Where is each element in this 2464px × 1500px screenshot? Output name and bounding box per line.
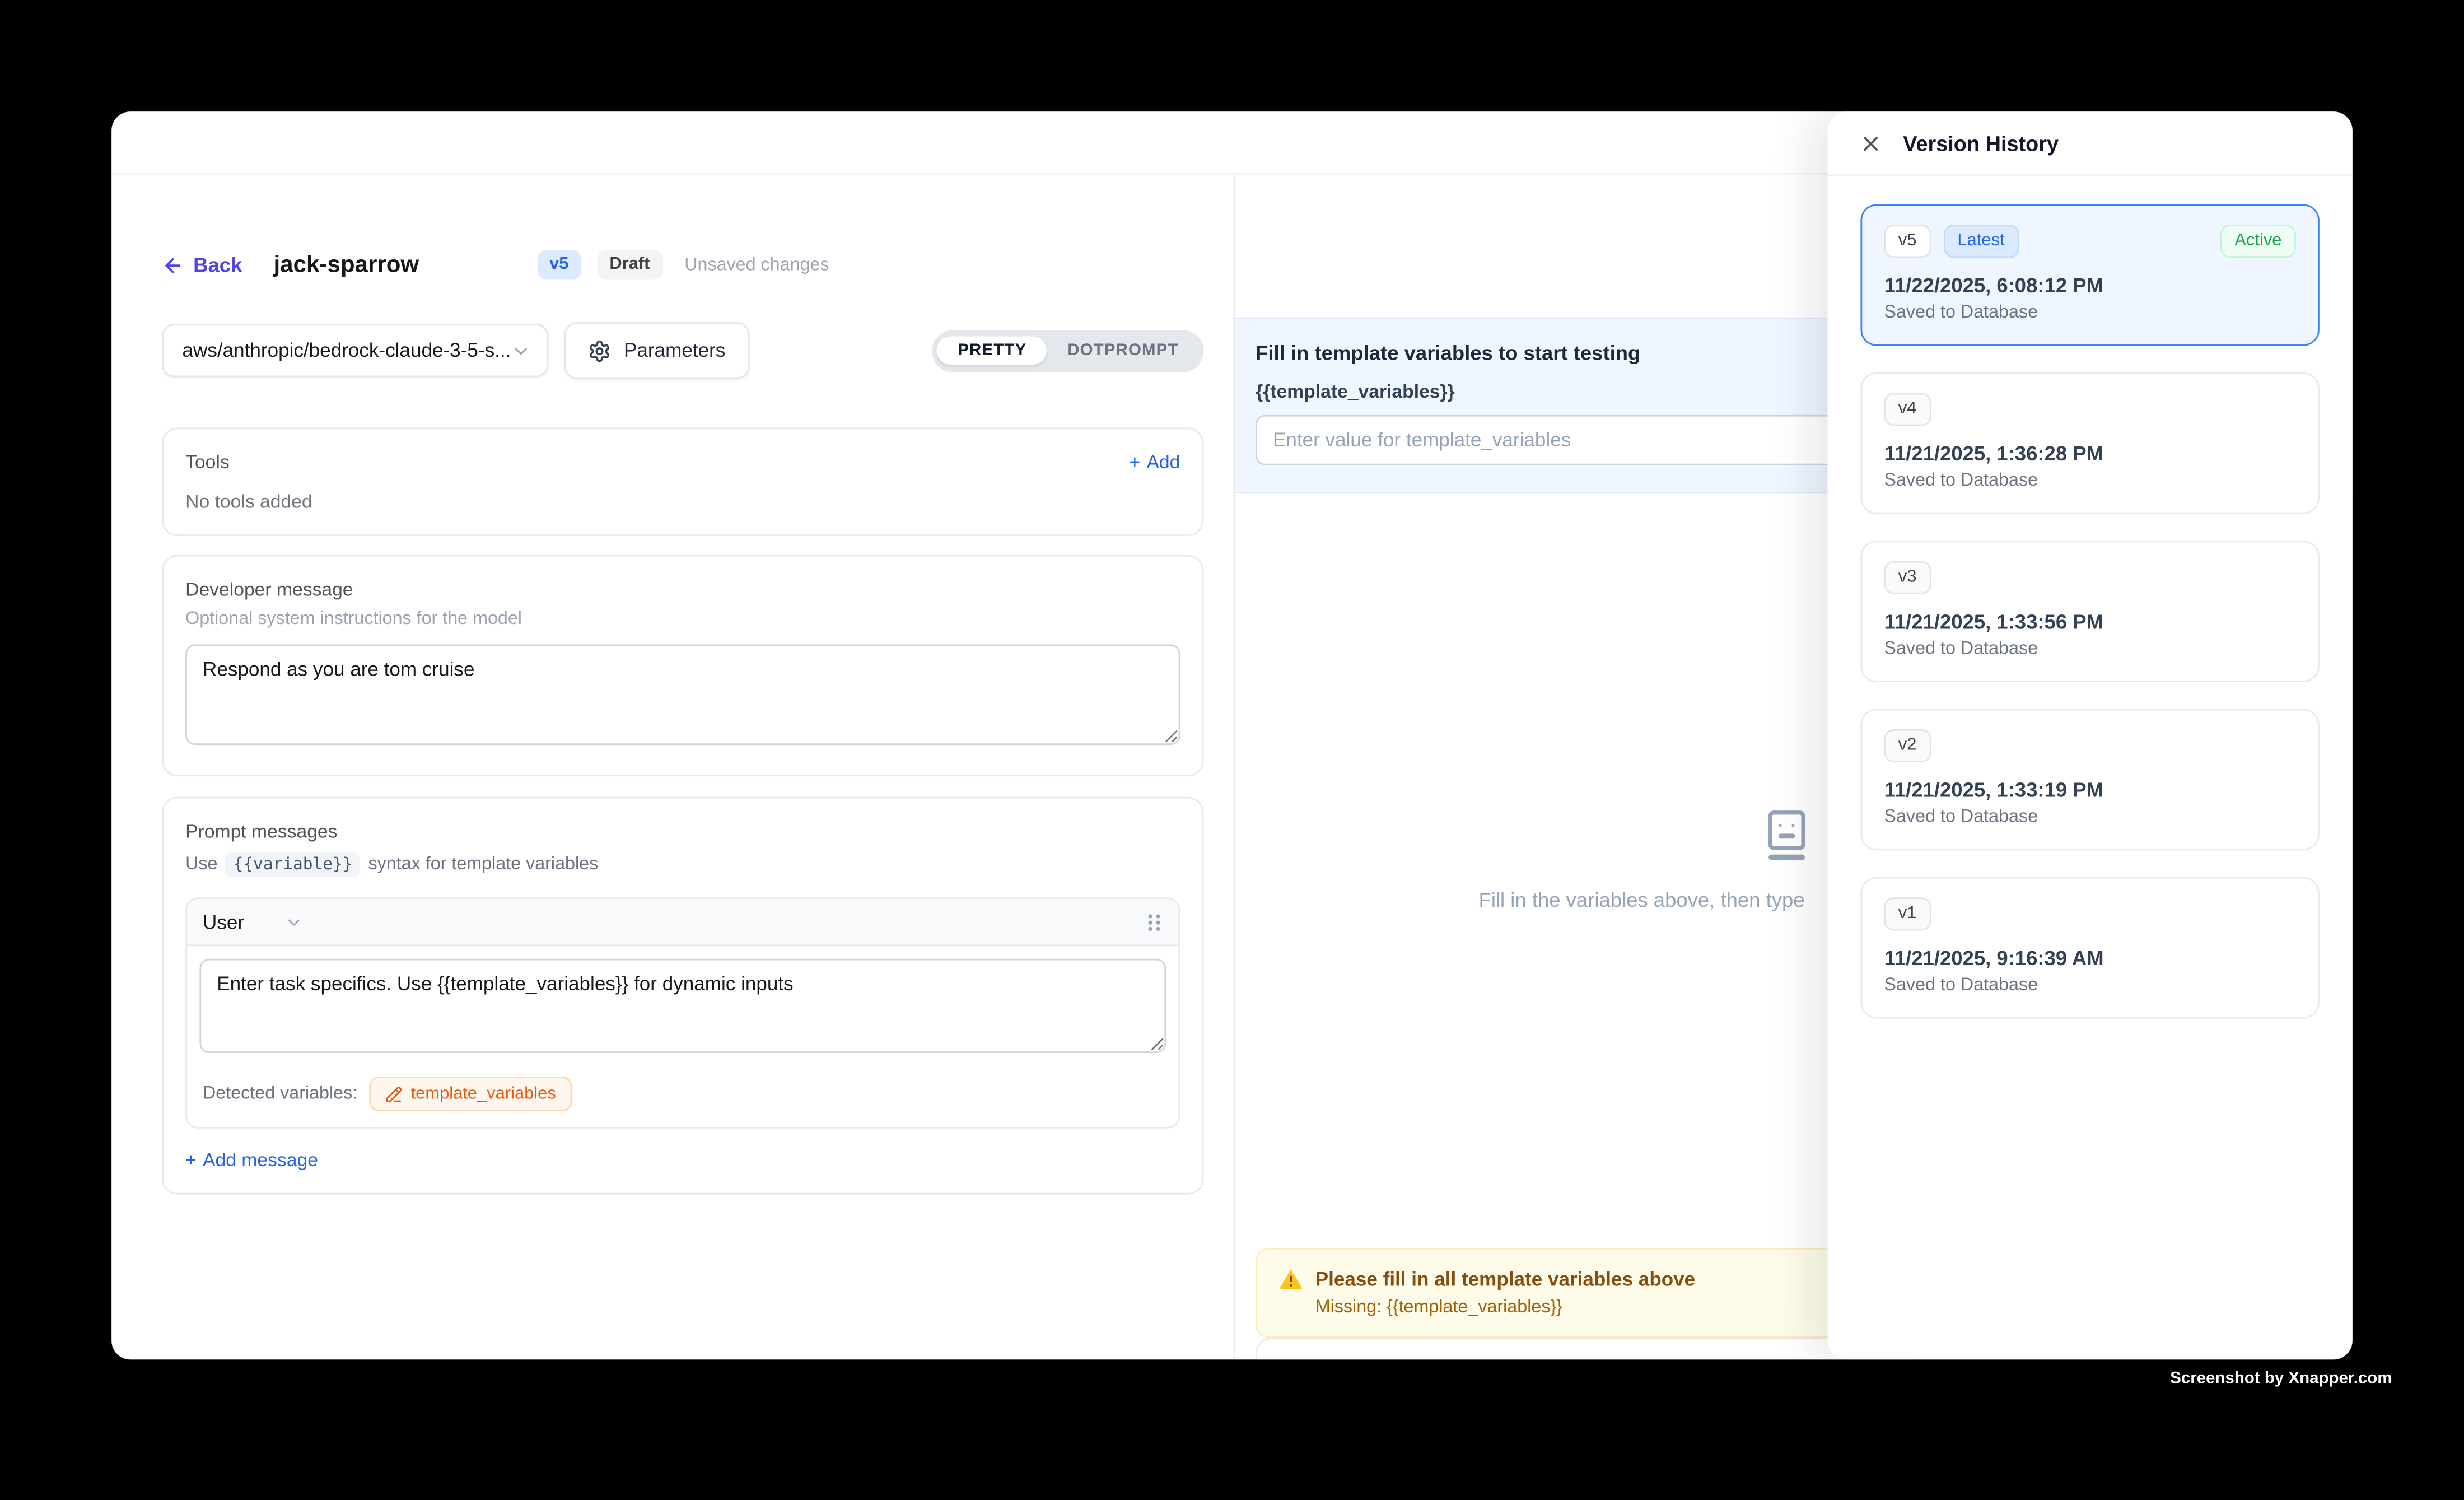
warning-detail: Missing: {{template_variables}} — [1315, 1298, 1892, 1317]
version-history-list: v5 Latest Active 11/22/2025, 6:08:12 PM … — [1828, 176, 2353, 1047]
add-tool-label: Add — [1146, 451, 1180, 473]
back-label: Back — [193, 253, 242, 277]
header-badges: v5 Draft Unsaved changes — [537, 250, 829, 279]
template-variable-chip[interactable]: template_variables — [370, 1077, 572, 1111]
plus-icon: + — [1130, 451, 1141, 473]
model-toolbar: aws/anthropic/bedrock-claude-3-5-s... Pa… — [162, 322, 1203, 379]
version-timestamp: 11/21/2025, 1:33:56 PM — [1884, 610, 2296, 633]
unsaved-changes-text: Unsaved changes — [684, 255, 829, 274]
robot-icon — [1758, 808, 1815, 864]
active-badge: Active — [2220, 225, 2296, 258]
user-message-input[interactable]: Enter task specifics. Use {{template_var… — [199, 959, 1166, 1053]
version-number-badge: v5 — [1884, 225, 1931, 258]
parameters-button[interactable]: Parameters — [564, 322, 749, 379]
back-button[interactable]: Back — [162, 253, 242, 277]
stage: Back jack-sparrow v5 Draft Unsaved chang… — [0, 0, 2464, 1500]
gear-icon — [587, 339, 611, 362]
plus-icon: + — [185, 1149, 197, 1171]
pencil-icon — [386, 1086, 403, 1103]
draft-badge: Draft — [597, 250, 662, 279]
version-timestamp: 11/21/2025, 9:16:39 AM — [1884, 946, 2296, 970]
message-block: User Enter task specifics. Use {{templat… — [185, 897, 1180, 1128]
add-message-button[interactable]: + Add message — [185, 1149, 1180, 1171]
version-card-v1[interactable]: v1 11/21/2025, 9:16:39 AM Saved to Datab… — [1860, 877, 2319, 1019]
page-header-row: Back jack-sparrow v5 Draft Unsaved chang… — [162, 250, 1203, 279]
version-history-panel: Version History v5 Latest Active 11/22/2… — [1828, 111, 2353, 1359]
add-tool-button[interactable]: + Add — [1130, 451, 1180, 473]
warning-triangle-icon — [1279, 1267, 1303, 1291]
version-card-v3[interactable]: v3 11/21/2025, 1:33:56 PM Saved to Datab… — [1860, 541, 2319, 682]
version-card-v5[interactable]: v5 Latest Active 11/22/2025, 6:08:12 PM … — [1860, 204, 2319, 346]
latest-badge: Latest — [1943, 225, 2019, 258]
developer-message-input[interactable]: Respond as you are tom cruise — [185, 645, 1180, 746]
developer-message-card: Developer message Optional system instru… — [162, 555, 1203, 777]
version-number-badge: v4 — [1884, 393, 1931, 426]
tools-card: Tools + Add No tools added — [162, 427, 1203, 536]
close-icon[interactable] — [1859, 131, 1883, 155]
role-select-value: User — [203, 911, 244, 933]
version-number-badge: v1 — [1884, 897, 1931, 930]
version-history-header: Version History — [1828, 111, 2353, 176]
version-saved-status: Saved to Database — [1884, 472, 2296, 491]
tools-title: Tools — [185, 451, 230, 473]
version-timestamp: 11/22/2025, 6:08:12 PM — [1884, 273, 2296, 297]
chevron-down-icon — [511, 341, 531, 361]
warning-title: Please fill in all template variables ab… — [1315, 1268, 1695, 1289]
version-timestamp: 11/21/2025, 1:36:28 PM — [1884, 442, 2296, 465]
chat-input-sliver[interactable] — [1256, 1338, 1916, 1359]
template-variable-chip-label: template_variables — [411, 1084, 556, 1103]
version-badge: v5 — [537, 250, 581, 279]
template-warning: Please fill in all template variables ab… — [1256, 1248, 1916, 1338]
version-saved-status: Saved to Database — [1884, 640, 2296, 659]
developer-message-title: Developer message — [185, 579, 1180, 600]
model-select-value: aws/anthropic/bedrock-claude-3-5-s... — [183, 339, 511, 361]
view-mode-toggle: PRETTY DOTPROMPT — [932, 329, 1203, 372]
prompt-messages-title: Prompt messages — [185, 821, 1180, 842]
prompt-editor-pane: Back jack-sparrow v5 Draft Unsaved chang… — [111, 174, 1234, 1359]
parameters-label: Parameters — [624, 339, 725, 361]
version-history-title: Version History — [1903, 131, 2059, 155]
detected-variables-row: Detected variables: template_variables — [203, 1077, 1163, 1111]
add-message-label: Add message — [203, 1149, 318, 1171]
tools-empty-text: No tools added — [185, 491, 1180, 513]
message-header: User — [187, 899, 1179, 946]
page-title: jack-sparrow — [273, 251, 419, 278]
version-timestamp: 11/21/2025, 1:33:19 PM — [1884, 778, 2296, 802]
syntax-hint: Use {{variable}} syntax for template var… — [185, 852, 1180, 877]
role-select[interactable]: User — [203, 911, 304, 933]
version-card-v4[interactable]: v4 11/21/2025, 1:36:28 PM Saved to Datab… — [1860, 372, 2319, 514]
chevron-down-icon — [285, 912, 304, 931]
arrow-left-icon — [162, 254, 184, 276]
version-saved-status: Saved to Database — [1884, 976, 2296, 995]
drag-handle-icon[interactable] — [1146, 911, 1163, 933]
developer-message-subtitle: Optional system instructions for the mod… — [185, 610, 1180, 629]
version-number-badge: v2 — [1884, 729, 1931, 762]
toggle-dotprompt[interactable]: DOTPROMPT — [1047, 336, 1199, 365]
toggle-pretty[interactable]: PRETTY — [937, 336, 1047, 365]
version-card-v2[interactable]: v2 11/21/2025, 1:33:19 PM Saved to Datab… — [1860, 709, 2319, 851]
prompt-messages-card: Prompt messages Use {{variable}} syntax … — [162, 797, 1203, 1195]
version-number-badge: v3 — [1884, 561, 1931, 594]
empty-state-text: Fill in the variables above, then type — [1479, 888, 1805, 911]
detected-variables-label: Detected variables: — [203, 1084, 357, 1103]
model-select[interactable]: aws/anthropic/bedrock-claude-3-5-s... — [162, 324, 548, 377]
watermark-text: Screenshot by Xnapper.com — [2170, 1369, 2392, 1388]
message-body: Enter task specifics. Use {{template_var… — [187, 946, 1179, 1127]
syntax-suffix: syntax for template variables — [368, 855, 599, 874]
version-saved-status: Saved to Database — [1884, 304, 2296, 323]
variable-syntax-chip: {{variable}} — [226, 852, 361, 877]
app-window: Back jack-sparrow v5 Draft Unsaved chang… — [111, 111, 2353, 1359]
syntax-prefix: Use — [185, 855, 217, 874]
version-saved-status: Saved to Database — [1884, 808, 2296, 827]
